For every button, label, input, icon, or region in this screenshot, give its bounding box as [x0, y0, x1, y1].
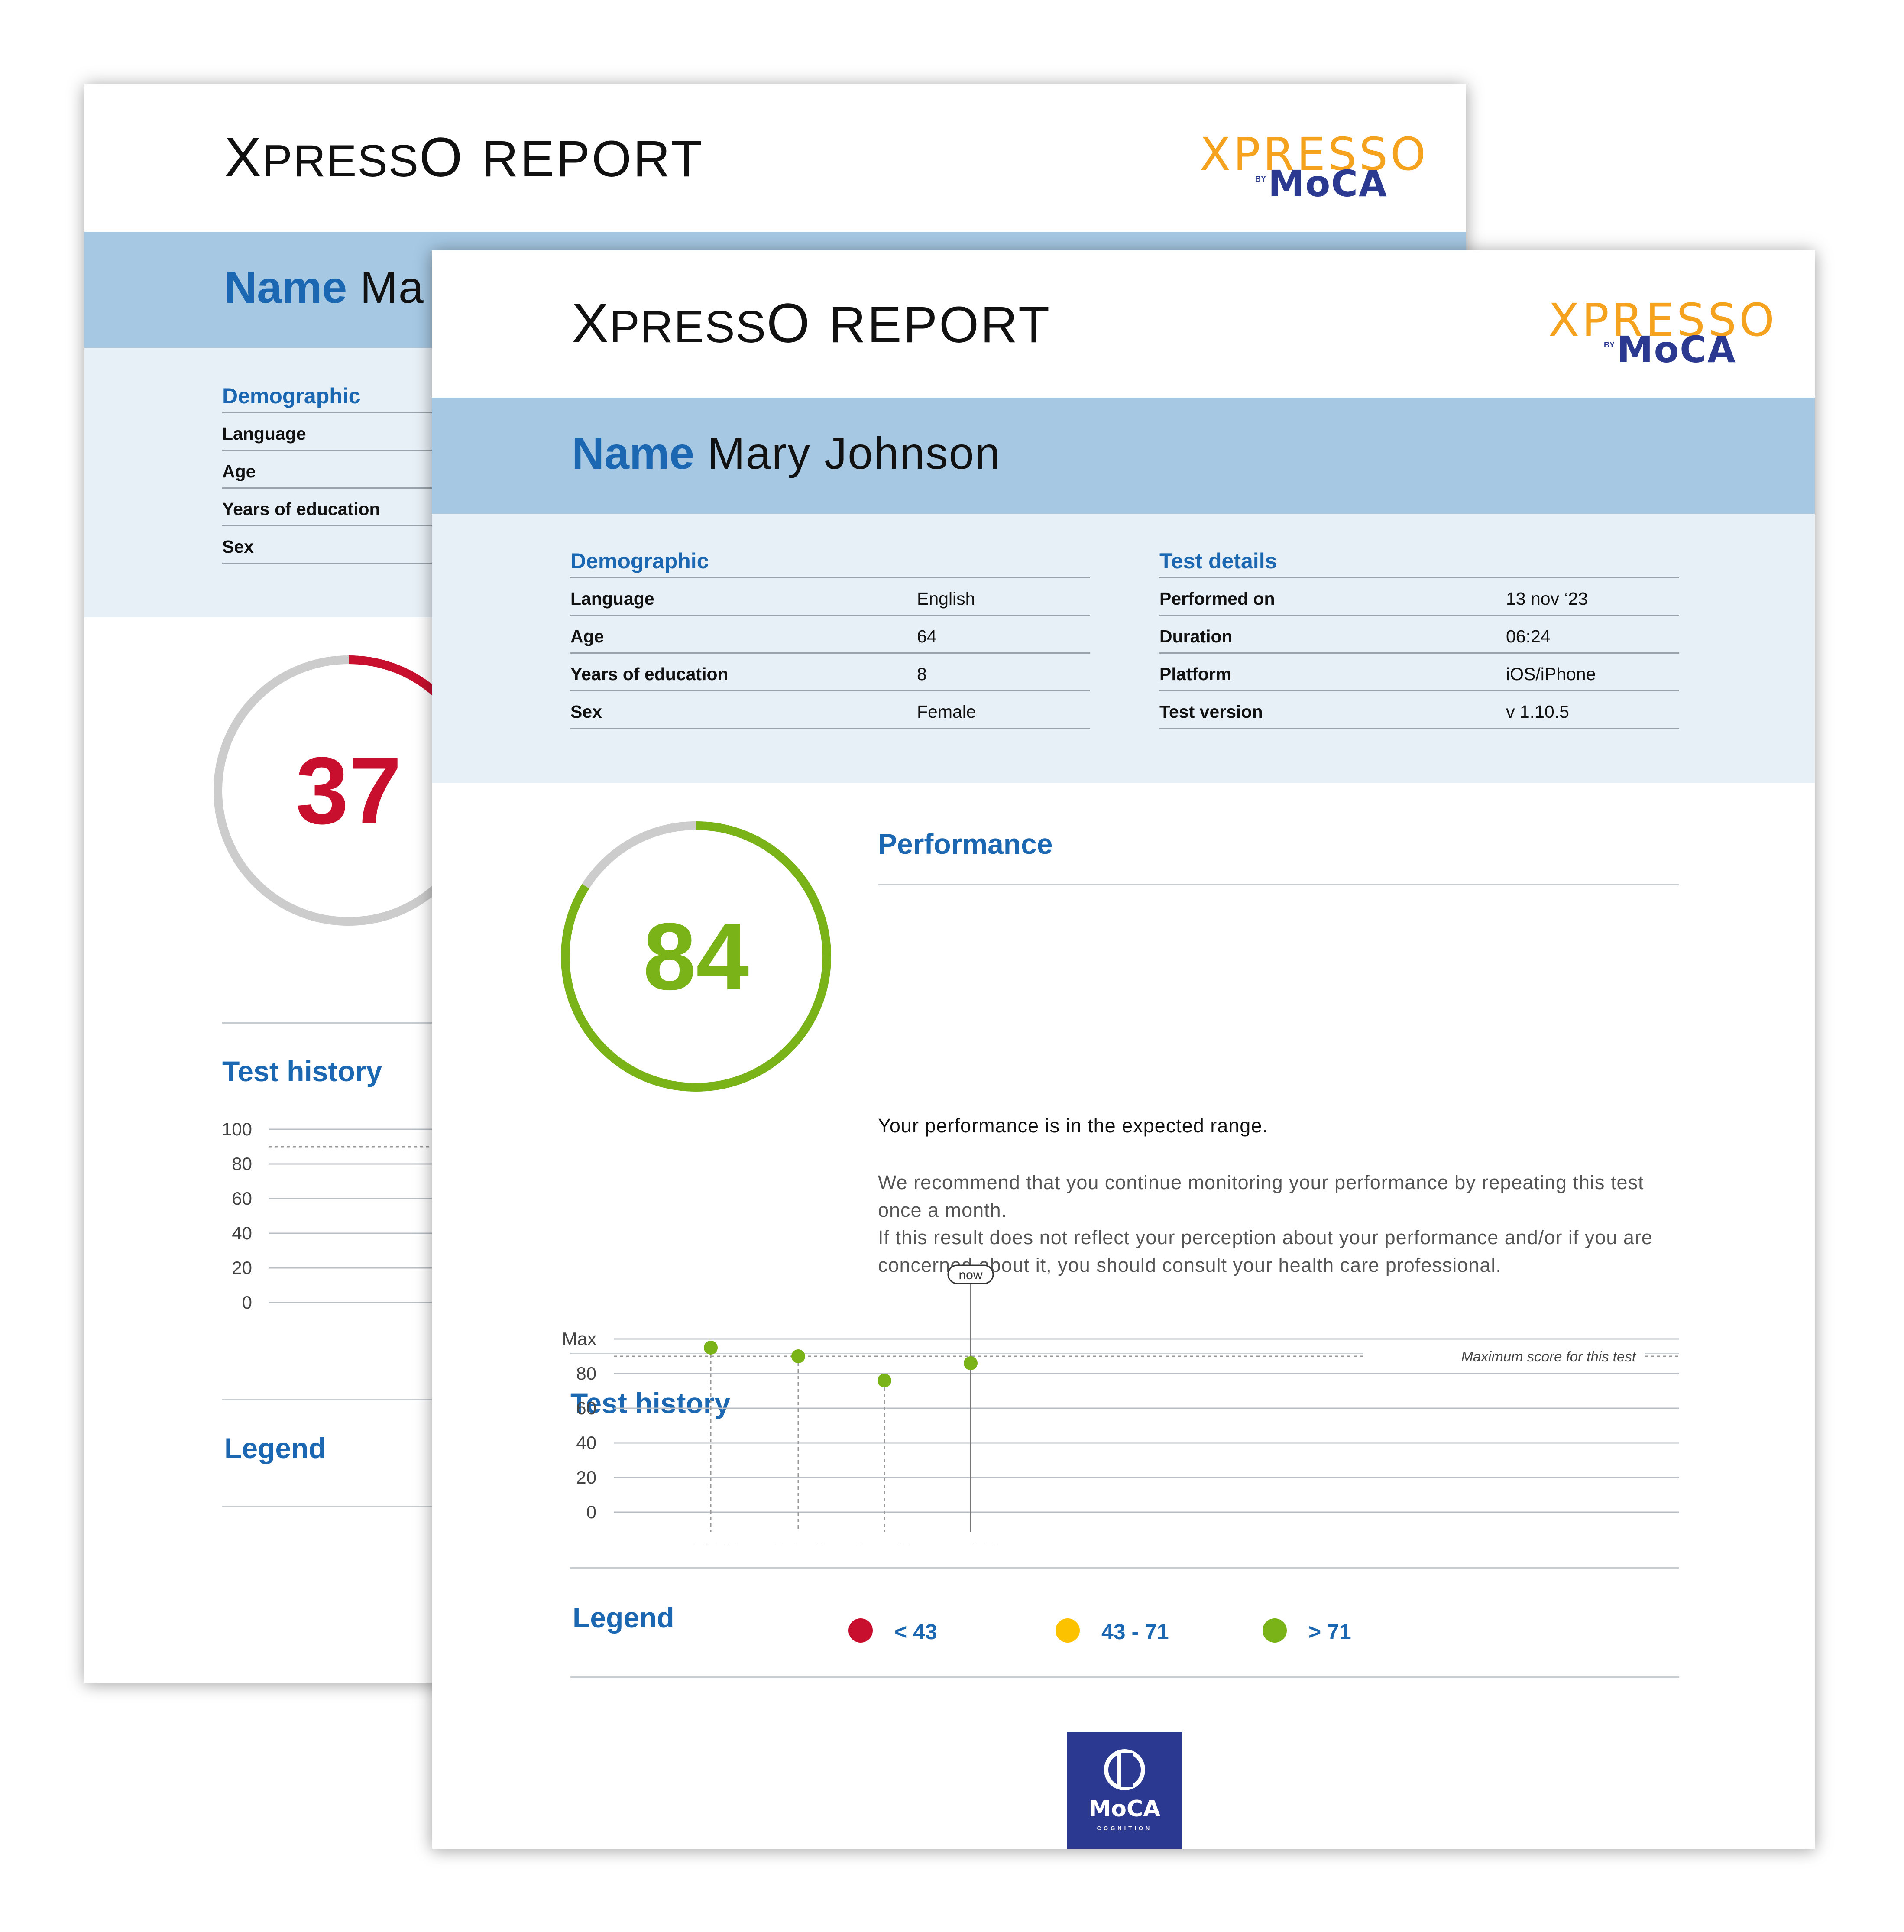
x-tick-label: 12-22-22 — [682, 1540, 739, 1543]
now-marker-label: now — [958, 1268, 982, 1282]
legend-title: Legend — [224, 1432, 326, 1464]
max-score-label: Maximum score for this test — [1461, 1349, 1637, 1365]
name-label: Name — [572, 428, 695, 479]
y-tick-label: 80 — [576, 1363, 596, 1384]
report-title: XPRESSO REPORT — [572, 292, 1052, 354]
legend-title: Legend — [573, 1601, 674, 1634]
performance-title: Performance — [878, 828, 1053, 860]
name-value: Ma — [360, 263, 424, 313]
xpresso-moca-logo: XPRESSO BY MoCA — [1548, 294, 1777, 371]
y-tick-label: 0 — [586, 1502, 596, 1522]
y-tick-label: 60 — [232, 1188, 252, 1209]
report-header: XPRESSO REPORT XPRESSO BY MoCA — [432, 250, 1815, 398]
test-details-table: Test details Performed on 13 nov ‘23 Dura… — [1159, 548, 1679, 729]
demographic-table: Demographic Language English Age 64 Years … — [570, 548, 1090, 729]
details-panel: Demographic Language English Age 64 Years … — [432, 514, 1815, 783]
y-tick-label: 100 — [222, 1119, 252, 1139]
name-bar: Name Mary Johnson — [432, 398, 1815, 514]
divider — [878, 884, 1679, 885]
name-label: Name — [224, 263, 347, 313]
y-tick-label: 60 — [576, 1398, 596, 1418]
demographic-title: Demographic — [570, 548, 1090, 578]
table-row: Performed on 13 nov ‘23 — [1159, 578, 1679, 616]
report-title: XPRESSO REPORT — [224, 126, 704, 188]
test-history-chart: Max 80 60 40 20 0 Maximum score for this test 1… — [562, 1264, 1679, 1543]
legend-dot-red — [848, 1618, 873, 1643]
score-gauge: 84 — [557, 818, 835, 1095]
y-tick-label: Max — [562, 1329, 596, 1349]
table-row: Language English — [570, 578, 1090, 616]
test-history-title: Test history — [222, 1055, 382, 1087]
y-tick-label: 40 — [576, 1433, 596, 1453]
data-point — [704, 1341, 718, 1355]
table-row: Sex Female — [570, 691, 1090, 729]
x-tick-label: 02-25-23 — [770, 1540, 827, 1543]
divider — [570, 1676, 1679, 1678]
y-tick-label: 80 — [232, 1154, 252, 1174]
table-row: Test version v 1.10.5 — [1159, 691, 1679, 729]
y-tick-label: 40 — [232, 1223, 252, 1243]
front-report-sheet: XPRESSO REPORT XPRESSO BY MoCA Name Mary J… — [432, 250, 1815, 1849]
score-value: 84 — [643, 903, 749, 1010]
table-row: Years of education 8 — [570, 654, 1090, 691]
data-point — [964, 1356, 978, 1370]
legend-item-mid: 43 - 71 — [1101, 1620, 1169, 1644]
y-tick-label: 20 — [232, 1258, 252, 1278]
xpresso-moca-logo: XPRESSO BY MoCA — [1200, 128, 1428, 205]
legend-item-high: > 71 — [1308, 1620, 1351, 1644]
y-tick-label: 20 — [576, 1467, 596, 1488]
x-tick-label: 11-13-23 — [942, 1540, 999, 1543]
legend-dot-green — [1263, 1618, 1287, 1643]
legend-item-low: < 43 — [894, 1620, 937, 1644]
moca-cognition-badge: MoCA COGNITION — [1067, 1732, 1182, 1849]
legend-dot-yellow — [1056, 1618, 1080, 1643]
divider — [570, 1567, 1679, 1569]
x-tick-label: 05-15-23 — [856, 1540, 913, 1543]
data-point — [878, 1374, 891, 1387]
y-tick-label: 0 — [242, 1292, 252, 1313]
test-details-title: Test details — [1159, 548, 1679, 578]
performance-headline: Your performance is in the expected rang… — [878, 1115, 1268, 1137]
table-row: Age 64 — [570, 616, 1090, 654]
data-point — [791, 1349, 805, 1363]
table-row: Platform iOS/iPhone — [1159, 654, 1679, 691]
performance-recommendation: We recommend that you continue monitorin… — [878, 1171, 1644, 1221]
report-header: XPRESSO REPORT XPRESSO BY MoCA — [84, 84, 1466, 232]
table-row: Duration 06:24 — [1159, 616, 1679, 654]
name-value: Mary Johnson — [707, 428, 1001, 479]
